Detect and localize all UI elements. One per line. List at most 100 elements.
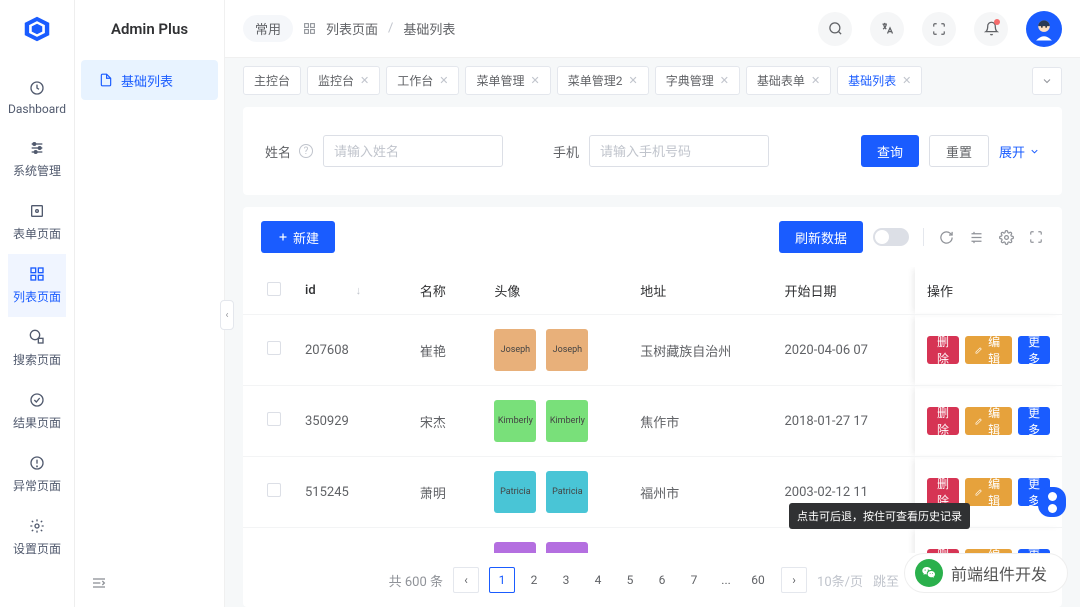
tab-5[interactable]: 字典管理✕ [655, 66, 740, 95]
rail-item-2[interactable]: 表单页面 [8, 191, 66, 254]
search-icon [29, 329, 45, 345]
rail-item-0[interactable]: Dashboard [8, 68, 66, 128]
next-page-button[interactable]: › [781, 567, 807, 593]
delete-button[interactable]: 删除 [927, 407, 959, 435]
tab-0[interactable]: 主控台 [243, 66, 301, 95]
table-row: 644346胡平LindaLinda海口市2023-03删除编辑更多 [243, 528, 1062, 554]
tab-7[interactable]: 基础列表✕ [837, 66, 922, 95]
rail-item-3[interactable]: 列表页面 [8, 254, 66, 317]
close-icon[interactable]: ✕ [360, 74, 369, 87]
tab-4[interactable]: 菜单管理2✕ [557, 66, 649, 95]
density-icon[interactable] [968, 229, 984, 245]
tabs-more[interactable] [1032, 67, 1062, 95]
tab-3[interactable]: 菜单管理✕ [465, 66, 550, 95]
edit-button[interactable]: 编辑 [965, 478, 1012, 506]
rail-item-4[interactable]: 搜索页面 [8, 317, 66, 380]
rail-item-7[interactable]: 设置页面 [8, 506, 66, 569]
page-3[interactable]: 3 [553, 567, 579, 593]
row-checkbox[interactable] [267, 412, 281, 426]
col-ops: 操作 [915, 267, 1062, 315]
tab-1[interactable]: 监控台✕ [307, 66, 380, 95]
notifications-button[interactable] [974, 12, 1008, 46]
list-icon [29, 266, 45, 282]
refresh-button[interactable]: 刷新数据 [779, 221, 863, 253]
rail-item-5[interactable]: 结果页面 [8, 380, 66, 443]
tab-6[interactable]: 基础表单✕ [746, 66, 831, 95]
close-icon[interactable]: ✕ [628, 74, 637, 87]
nav-rail: Dashboard系统管理表单页面列表页面搜索页面结果页面异常页面设置页面 [0, 0, 75, 607]
breadcrumb-chip[interactable]: 常用 [243, 15, 293, 42]
page-5[interactable]: 5 [617, 567, 643, 593]
table-row: 207608崔艳JosephJoseph玉树藏族自治州2020-04-06 07… [243, 315, 1062, 386]
close-icon[interactable]: ✕ [439, 74, 448, 87]
breadcrumb-section[interactable]: 列表页面 [326, 19, 378, 38]
page-...[interactable]: ... [713, 567, 739, 593]
delete-button[interactable]: 删除 [927, 478, 959, 506]
more-button[interactable]: 更多 [1018, 336, 1050, 364]
cell-date: 2023-03 [773, 528, 915, 554]
more-button[interactable]: 更多 [1018, 407, 1050, 435]
expand-link[interactable]: 展开 [999, 142, 1040, 161]
close-icon[interactable]: ✕ [811, 74, 820, 87]
table-fullscreen-icon[interactable] [1028, 229, 1044, 245]
delete-button[interactable]: 删除 [927, 336, 959, 364]
new-button[interactable]: 新建 [261, 221, 335, 253]
avatar: Kimberly [546, 400, 588, 442]
auto-refresh-switch[interactable] [873, 228, 909, 246]
per-page[interactable]: 10条/页 [817, 571, 863, 590]
grid-icon [303, 22, 316, 35]
fullscreen-button[interactable] [922, 12, 956, 46]
name-input[interactable] [323, 135, 503, 167]
breadcrumb: 常用 列表页面 / 基础列表 [243, 15, 455, 42]
submenu-item-basic-list[interactable]: 基础列表 [81, 60, 218, 100]
page-6[interactable]: 6 [649, 567, 675, 593]
col-id[interactable]: id [305, 283, 316, 298]
page-total: 共 600 条 [389, 571, 443, 590]
column-settings-icon[interactable] [998, 229, 1014, 245]
page-2[interactable]: 2 [521, 567, 547, 593]
cell-name: 宋杰 [408, 386, 482, 457]
col-name[interactable]: 名称 [408, 267, 482, 315]
table-row: 350929宋杰KimberlyKimberly焦作市2018-01-27 17… [243, 386, 1062, 457]
close-icon[interactable]: ✕ [902, 74, 911, 87]
cell-name: 萧明 [408, 457, 482, 528]
tab-2[interactable]: 工作台✕ [386, 66, 459, 95]
page-1[interactable]: 1 [489, 567, 515, 593]
fold-button[interactable] [91, 575, 107, 591]
cell-id: 644346 [293, 528, 408, 554]
close-icon[interactable]: ✕ [531, 74, 540, 87]
close-icon[interactable]: ✕ [720, 74, 729, 87]
rail-item-6[interactable]: 异常页面 [8, 443, 66, 506]
search-button[interactable] [818, 12, 852, 46]
page-7[interactable]: 7 [681, 567, 707, 593]
help-icon[interactable]: ? [299, 144, 313, 158]
row-checkbox[interactable] [267, 483, 281, 497]
row-checkbox[interactable] [267, 341, 281, 355]
phone-input[interactable] [589, 135, 769, 167]
cell-addr: 海口市 [628, 528, 772, 554]
edit-button[interactable]: 编辑 [965, 336, 1012, 364]
cell-name: 胡平 [408, 528, 482, 554]
language-button[interactable] [870, 12, 904, 46]
wechat-icon [915, 559, 943, 587]
prev-page-button[interactable]: ‹ [453, 567, 479, 593]
reload-icon[interactable] [938, 229, 954, 245]
select-all-checkbox[interactable] [267, 282, 281, 296]
app-logo [23, 15, 51, 43]
col-date[interactable]: 开始日期 [773, 267, 915, 315]
page-60[interactable]: 60 [745, 567, 771, 593]
collapse-handle[interactable]: ‹ [220, 300, 234, 330]
cell-id: 207608 [293, 315, 408, 386]
user-avatar[interactable] [1026, 11, 1062, 47]
reset-button[interactable]: 重置 [929, 135, 989, 167]
sort-icon[interactable]: ↓ [356, 284, 362, 297]
edit-button[interactable]: 编辑 [965, 407, 1012, 435]
search-panel: 姓名 ? 手机 查询 重置 展开 [243, 107, 1062, 195]
query-button[interactable]: 查询 [861, 135, 919, 167]
avatar: Patricia [494, 471, 536, 513]
page-4[interactable]: 4 [585, 567, 611, 593]
float-toggle[interactable] [1038, 487, 1066, 517]
rail-item-1[interactable]: 系统管理 [8, 128, 66, 191]
table-card: 新建 刷新数据 id ↓ [243, 207, 1062, 607]
topbar: 常用 列表页面 / 基础列表 [225, 0, 1080, 58]
